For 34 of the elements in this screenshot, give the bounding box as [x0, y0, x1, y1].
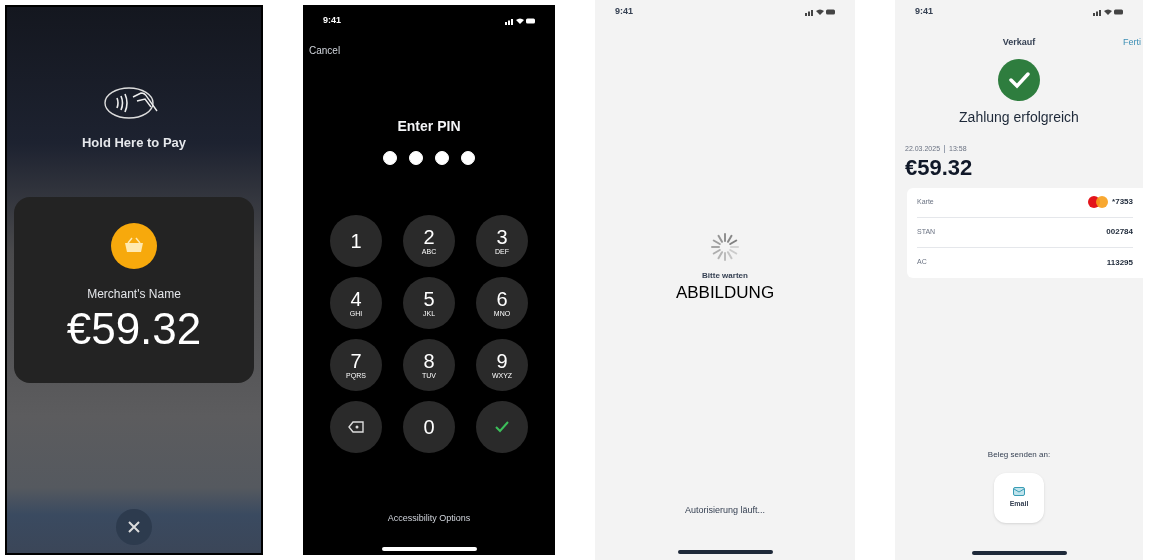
card-logo-icon — [1088, 196, 1109, 208]
tap-instruction: Hold Here to Pay — [82, 134, 186, 152]
success-headline: Zahlung erfolgreich — [959, 107, 1079, 127]
merchant-name: Merchant's Name — [87, 285, 181, 303]
close-button[interactable] — [116, 509, 152, 545]
authorization-status: Autorisierung läuft... — [684, 503, 765, 517]
detail-value: 002784 — [1106, 226, 1133, 238]
receipt-label: Beleg senden an: — [987, 449, 1051, 461]
accessibility-link[interactable]: Accessibility Options — [387, 511, 471, 525]
status-icons — [805, 8, 835, 16]
status-time: 9:41 — [915, 5, 933, 19]
figure-caption: ABBILDUNG — [675, 282, 775, 304]
transaction-amount: €59.32 — [905, 154, 974, 182]
wait-message: Bitte warten — [702, 270, 748, 282]
success-check-icon — [998, 58, 1040, 101]
detail-value: *7353 — [1112, 196, 1133, 208]
basket-icon — [111, 222, 157, 269]
status-icons — [1093, 8, 1123, 16]
loading-spinner-icon — [710, 232, 740, 262]
cancel-button[interactable]: Cancel — [309, 43, 341, 58]
close-icon — [127, 520, 141, 534]
status-time: 9:41 — [615, 5, 633, 19]
screen-title: Verkauf — [1002, 36, 1036, 49]
envelope-icon — [1013, 486, 1025, 496]
status-icons — [505, 17, 535, 25]
detail-value: 113295 — [1106, 256, 1133, 269]
keypad-key[interactable]: 1 — [330, 215, 382, 267]
pin-title: Enter PIN — [396, 117, 462, 136]
status-time: 9:41 — [323, 14, 341, 28]
keypad-key[interactable] — [330, 401, 382, 453]
backspace-icon — [348, 421, 364, 433]
payment-amount: €59.32 — [66, 306, 202, 351]
keypad-key[interactable]: 0 — [403, 401, 455, 453]
checkmark-icon — [494, 420, 510, 434]
